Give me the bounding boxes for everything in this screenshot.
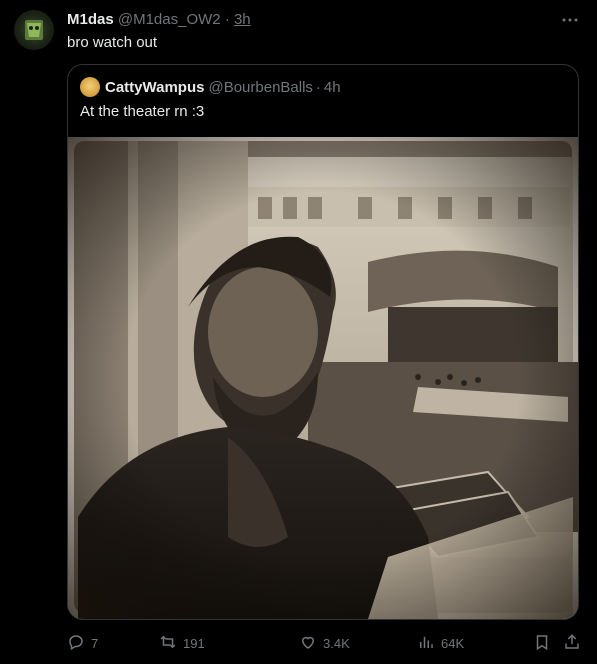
quoted-tweet[interactable]: CattyWampus @BourbenBalls · 4h At the th… bbox=[67, 64, 579, 620]
quote-header: CattyWampus @BourbenBalls · 4h bbox=[80, 77, 341, 97]
quote-separator-dot: · bbox=[315, 78, 321, 96]
quote-time[interactable]: 4h bbox=[324, 79, 341, 96]
author-name[interactable]: M1das bbox=[67, 11, 114, 28]
tweet-text: bro watch out bbox=[67, 34, 158, 51]
author-handle[interactable]: @M1das_OW2 bbox=[118, 11, 221, 28]
quote-author-handle[interactable]: @BourbenBalls bbox=[208, 79, 312, 96]
retweet-icon bbox=[159, 633, 183, 654]
reply-icon bbox=[67, 633, 91, 654]
tweet-time[interactable]: 3h bbox=[234, 11, 251, 28]
like-count: 3.4K bbox=[323, 635, 350, 651]
quote-author-name[interactable]: CattyWampus bbox=[105, 79, 204, 96]
more-icon[interactable] bbox=[559, 10, 581, 30]
views-button[interactable]: 64K bbox=[417, 628, 464, 658]
author-avatar[interactable] bbox=[14, 10, 54, 50]
like-icon bbox=[299, 633, 323, 654]
share-button[interactable] bbox=[563, 628, 581, 658]
reply-count: 7 bbox=[91, 635, 99, 651]
views-icon bbox=[417, 633, 441, 654]
like-button[interactable]: 3.4K bbox=[299, 628, 350, 658]
reply-button[interactable]: 7 bbox=[67, 628, 98, 658]
views-count: 64K bbox=[441, 635, 465, 651]
bookmark-button[interactable] bbox=[533, 628, 551, 658]
retweet-count: 191 bbox=[183, 635, 205, 651]
quote-image[interactable] bbox=[68, 137, 578, 619]
quote-avatar[interactable] bbox=[80, 77, 100, 97]
separator-dot: · bbox=[224, 11, 230, 28]
share-icon bbox=[563, 633, 581, 654]
quote-text: At the theater rn :3 bbox=[80, 103, 205, 120]
action-bar: 7 191 3.4K 64K bbox=[67, 628, 587, 658]
tweet-header: M1das @M1das_OW2 · 3h bbox=[67, 11, 251, 28]
bookmark-icon bbox=[533, 633, 551, 654]
retweet-button[interactable]: 191 bbox=[159, 628, 205, 658]
